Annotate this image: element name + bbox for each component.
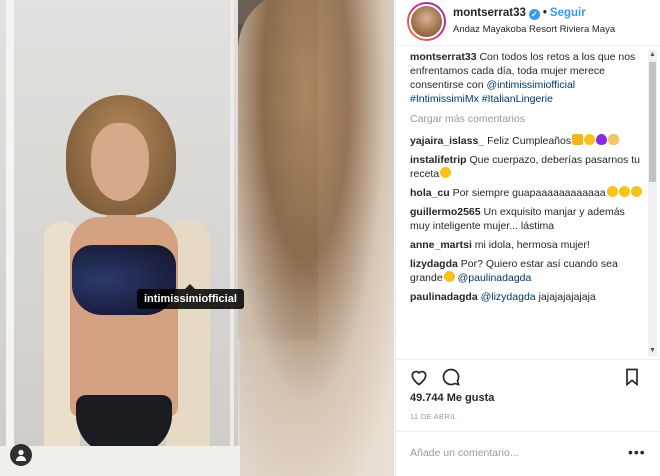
more-options-button[interactable]: •••: [628, 444, 646, 460]
location-link[interactable]: Andaz Mayakoba Resort Riviera Maya: [453, 24, 615, 35]
scrollbar-thumb[interactable]: [649, 62, 656, 182]
comment-username[interactable]: guillermo2565: [410, 206, 481, 218]
emoji-icon: [584, 134, 596, 145]
load-more-comments-button[interactable]: Cargar más comentarios: [410, 112, 646, 126]
comment-text: Por siempre guapaaaaaaaaaaaa: [452, 187, 606, 199]
heart-icon[interactable]: [409, 367, 429, 387]
image-user-tag[interactable]: intimissimiofficial: [137, 284, 244, 309]
emoji-icon: [596, 134, 608, 145]
comment-username[interactable]: anne_martsi: [410, 239, 472, 251]
header-separator: •: [542, 7, 547, 19]
comment-entries: yajaira_islass_ Feliz Cumpleaños instalif…: [410, 134, 646, 304]
scroll-up-arrow-icon[interactable]: ▲: [649, 51, 656, 59]
scroll-down-arrow-icon[interactable]: ▼: [649, 347, 656, 355]
comment-icon[interactable]: [441, 367, 461, 387]
post-date[interactable]: 11 DE ABRIL: [410, 412, 457, 421]
comments-scrollbar[interactable]: ▲ ▼: [648, 50, 657, 356]
comment-username[interactable]: yajaira_islass_: [410, 135, 484, 147]
comment-row: instalifetrip Que cuerpazo, deberías pas…: [410, 153, 646, 181]
emoji-icon: [440, 167, 452, 178]
comment-row: hola_cu Por siempre guapaaaaaaaaaaaa: [410, 186, 646, 200]
caption-username[interactable]: montserrat33: [410, 51, 477, 63]
avatar[interactable]: [407, 2, 446, 41]
bookmark-icon[interactable]: [622, 367, 642, 387]
action-bar: [396, 359, 660, 393]
comment-row: guillermo2565 Un exquisito manjar y adem…: [410, 205, 646, 233]
caption-mention[interactable]: @intimissimiofficial: [486, 79, 575, 91]
header-user-line: montserrat33 ✓ • Seguir: [453, 7, 586, 20]
comment-row: lizydagda Por? Quiero estar así cuando s…: [410, 257, 646, 285]
avatar-image: [409, 4, 444, 39]
photo-foreground-figure: [238, 0, 394, 476]
caption-hashtags[interactable]: #IntimissimiMx #ItalianLingerie: [410, 93, 553, 105]
comment-text: mi idola, hermosa mujer!: [474, 239, 590, 251]
emoji-icon: [606, 186, 618, 197]
comment-mention[interactable]: @lizydagda: [481, 291, 536, 303]
add-comment-input[interactable]: [410, 444, 610, 462]
emoji-icon: [608, 134, 620, 145]
post-header: montserrat33 ✓ • Seguir Andaz Mayakoba Reso…: [396, 0, 660, 46]
comment-row: anne_martsi mi idola, hermosa mujer!: [410, 238, 646, 252]
comment-username[interactable]: hola_cu: [410, 187, 450, 199]
emoji-icon: [572, 134, 584, 145]
comment-mention[interactable]: @paulinadagda: [458, 272, 532, 284]
photo-sink: [0, 446, 240, 476]
post-side-panel: montserrat33 ✓ • Seguir Andaz Mayakoba Reso…: [395, 0, 660, 476]
photo-face: [91, 123, 149, 201]
add-comment-bar: •••: [396, 431, 660, 476]
person-icon: [16, 449, 26, 461]
follow-button[interactable]: Seguir: [550, 7, 586, 19]
likes-count[interactable]: 49.744 Me gusta: [410, 392, 494, 404]
comment-text: jajajajajajaja: [538, 291, 596, 303]
comment-username[interactable]: instalifetrip: [410, 154, 467, 166]
user-tags-button[interactable]: [10, 444, 32, 466]
comment-row: yajaira_islass_ Feliz Cumpleaños: [410, 134, 646, 148]
caption: montserrat33 Con todos los retos a los q…: [410, 50, 646, 106]
comment-text: Feliz Cumpleaños: [487, 135, 572, 147]
emoji-icon: [443, 271, 455, 282]
comment-username[interactable]: paulinadagda: [410, 291, 478, 303]
verified-badge-icon: ✓: [528, 9, 540, 20]
comment-username[interactable]: lizydagda: [410, 258, 458, 270]
comments-list[interactable]: montserrat33 Con todos los retos a los q…: [410, 50, 646, 358]
emoji-icon: [618, 186, 630, 197]
comment-row: paulinadagda @lizydagda jajajajajajaja: [410, 290, 646, 304]
emoji-icon: [630, 186, 642, 197]
post-image[interactable]: intimissimiofficial: [0, 0, 394, 476]
header-username[interactable]: montserrat33: [453, 7, 526, 19]
